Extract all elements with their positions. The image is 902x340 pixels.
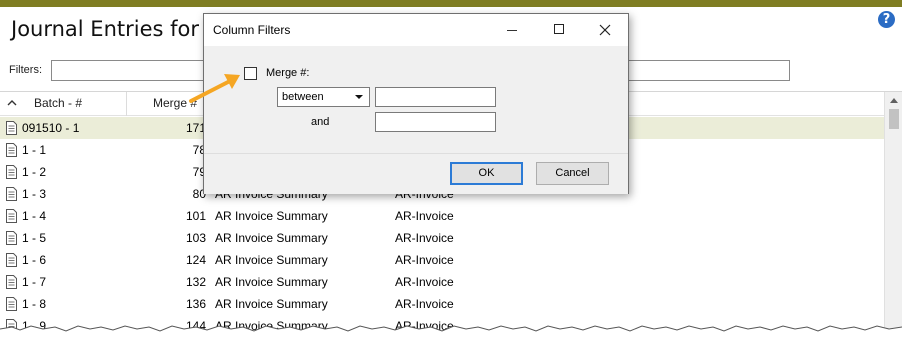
column-separator[interactable] (126, 92, 127, 116)
merge-filter-label: Merge #: (266, 67, 310, 79)
cell-description: AR Invoice Summary (215, 209, 328, 223)
table-row[interactable]: 1 - 6 124 AR Invoice Summary AR-Invoice (0, 249, 884, 271)
column-header-batch[interactable]: Batch - # (34, 92, 82, 116)
chevron-down-icon (355, 95, 363, 99)
merge-to-input[interactable] (375, 112, 496, 132)
cancel-button[interactable]: Cancel (536, 162, 609, 185)
cell-batch: 1 - 3 (22, 187, 47, 201)
cell-batch: 1 - 1 (22, 143, 47, 157)
torn-edge (0, 325, 902, 340)
minimize-icon[interactable] (507, 30, 517, 31)
dialog-body: Merge #: between and (204, 46, 628, 154)
table-row[interactable]: 1 - 5 103 AR Invoice Summary AR-Invoice (0, 227, 884, 249)
help-icon[interactable]: ? (878, 11, 895, 28)
dialog-title: Column Filters (213, 23, 291, 37)
ok-button[interactable]: OK (450, 162, 523, 185)
cell-merge: 124 (185, 253, 206, 267)
document-icon (6, 297, 17, 311)
cell-merge: 136 (185, 297, 206, 311)
cell-type: AR-Invoice (395, 275, 454, 289)
operator-dropdown[interactable]: between (277, 87, 370, 107)
scrollbar-thumb[interactable] (889, 109, 899, 129)
document-icon (6, 231, 17, 245)
merge-from-input[interactable] (375, 87, 496, 107)
document-icon (6, 253, 17, 267)
cell-batch: 1 - 5 (22, 231, 47, 245)
cell-batch: 1 - 2 (22, 165, 47, 179)
cell-merge: 79 (192, 165, 206, 179)
document-icon (6, 165, 17, 179)
cell-merge: 132 (185, 275, 206, 289)
document-icon (6, 209, 17, 223)
top-accent-bar (0, 0, 902, 7)
document-icon (6, 275, 17, 289)
cell-batch: 1 - 4 (22, 209, 47, 223)
and-label: and (311, 116, 330, 128)
table-row[interactable]: 1 - 7 132 AR Invoice Summary AR-Invoice (0, 271, 884, 293)
operator-value: between (282, 91, 324, 103)
dialog-titlebar[interactable]: Column Filters (204, 14, 628, 46)
cell-description: AR Invoice Summary (215, 275, 328, 289)
page-title: Journal Entries for C (11, 17, 221, 41)
cell-type: AR-Invoice (395, 253, 454, 267)
cell-type: AR-Invoice (395, 231, 454, 245)
cell-batch: 1 - 6 (22, 253, 47, 267)
vertical-scrollbar[interactable] (884, 92, 902, 340)
scroll-up-icon[interactable] (890, 98, 898, 103)
cell-merge: 171 (185, 121, 206, 135)
dialog-footer: OK Cancel (204, 155, 628, 194)
document-icon (6, 121, 17, 135)
column-filters-dialog: Column Filters Merge #: between and OK C… (203, 13, 629, 194)
table-row[interactable]: 1 - 4 101 AR Invoice Summary AR-Invoice (0, 205, 884, 227)
cell-merge: 101 (185, 209, 206, 223)
cell-type: AR-Invoice (395, 209, 454, 223)
cell-merge: 103 (185, 231, 206, 245)
cell-merge: 80 (192, 187, 206, 201)
cell-batch: 091510 - 1 (22, 121, 80, 135)
cell-type: AR-Invoice (395, 297, 454, 311)
cell-batch: 1 - 8 (22, 297, 47, 311)
maximize-icon[interactable] (554, 24, 564, 34)
annotation-arrow-icon (189, 74, 240, 103)
cell-description: AR Invoice Summary (215, 231, 328, 245)
sort-ascending-icon[interactable] (7, 98, 17, 108)
cell-merge: 78 (192, 143, 206, 157)
document-icon (6, 143, 17, 157)
cell-batch: 1 - 7 (22, 275, 47, 289)
close-icon[interactable] (595, 20, 615, 40)
filters-label: Filters: (9, 64, 42, 76)
table-row[interactable]: 1 - 8 136 AR Invoice Summary AR-Invoice (0, 293, 884, 315)
cell-description: AR Invoice Summary (215, 297, 328, 311)
document-icon (6, 187, 17, 201)
cell-description: AR Invoice Summary (215, 253, 328, 267)
